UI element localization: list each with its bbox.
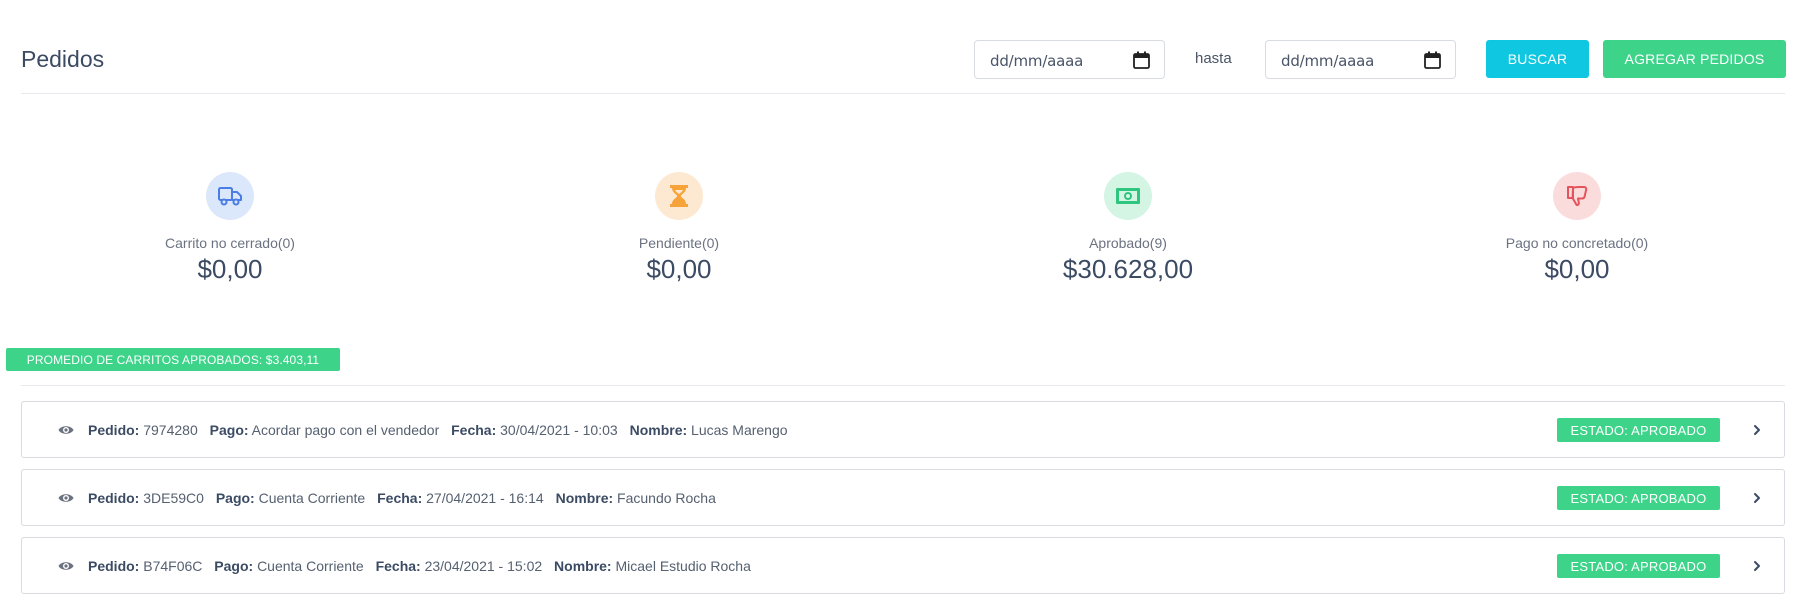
money-icon bbox=[1116, 188, 1140, 204]
stat-value: $0,00 bbox=[197, 254, 263, 284]
pago-label: Pago: bbox=[209, 422, 249, 438]
status-badge: ESTADO: APROBADO bbox=[1557, 486, 1720, 510]
date-from-placeholder: dd/mm/aaaa bbox=[990, 52, 1084, 70]
nombre-label: Nombre: bbox=[555, 490, 614, 506]
pago-value: Acordar pago con el vendedor bbox=[251, 422, 440, 438]
buscar-button[interactable]: BUSCAR bbox=[1486, 40, 1589, 78]
order-info: Pedido: 7974280 Pago: Acordar pago con e… bbox=[88, 422, 788, 438]
order-row[interactable]: Pedido: 7974280 Pago: Acordar pago con e… bbox=[21, 401, 1785, 458]
stat-value: $30.628,00 bbox=[1062, 254, 1194, 284]
chevron-right-icon[interactable] bbox=[1752, 491, 1762, 505]
status-badge: ESTADO: APROBADO bbox=[1557, 418, 1720, 442]
status-badge: ESTADO: APROBADO bbox=[1557, 554, 1720, 578]
pedido-label: Pedido: bbox=[88, 490, 140, 506]
pedido-label: Pedido: bbox=[88, 422, 140, 438]
nombre-value: Micael Estudio Rocha bbox=[615, 558, 751, 574]
stat-pago-no-concretado: Pago no concretado(0) $0,00 bbox=[1427, 172, 1727, 285]
stat-label: Pendiente(0) bbox=[638, 235, 720, 251]
nombre-value: Lucas Marengo bbox=[691, 422, 788, 438]
stat-value: $0,00 bbox=[1544, 254, 1610, 284]
order-row[interactable]: Pedido: B74F06C Pago: Cuenta Corriente F… bbox=[21, 537, 1785, 594]
divider bbox=[21, 385, 1785, 386]
chevron-right-icon[interactable] bbox=[1752, 559, 1762, 573]
date-to-input[interactable]: dd/mm/aaaa bbox=[1265, 40, 1456, 79]
pago-value: Cuenta Corriente bbox=[257, 558, 364, 574]
chevron-right-icon[interactable] bbox=[1752, 423, 1762, 437]
stat-label: Pago no concretado(0) bbox=[1505, 235, 1649, 251]
calendar-icon[interactable] bbox=[1133, 51, 1150, 69]
pago-label: Pago: bbox=[215, 490, 255, 506]
page-header: Pedidos dd/mm/aaaa hasta dd/mm/aaaa BUSC… bbox=[21, 38, 1786, 94]
agregar-pedidos-button[interactable]: AGREGAR PEDIDOS bbox=[1603, 40, 1786, 78]
fecha-label: Fecha: bbox=[377, 490, 423, 506]
pedido-value: 7974280 bbox=[143, 422, 198, 438]
fecha-label: Fecha: bbox=[375, 558, 421, 574]
nombre-value: Facundo Rocha bbox=[617, 490, 716, 506]
stat-icon-circle bbox=[1553, 172, 1601, 220]
order-info: Pedido: B74F06C Pago: Cuenta Corriente F… bbox=[88, 558, 751, 574]
stat-label: Carrito no cerrado(0) bbox=[165, 235, 295, 251]
stat-value: $0,00 bbox=[646, 254, 712, 284]
hourglass-icon bbox=[670, 185, 688, 207]
stat-aprobado: Aprobado(9) $30.628,00 bbox=[978, 172, 1278, 285]
pago-label: Pago: bbox=[214, 558, 254, 574]
stat-pendiente: Pendiente(0) $0,00 bbox=[529, 172, 829, 285]
pedido-label: Pedido: bbox=[88, 558, 140, 574]
pago-value: Cuenta Corriente bbox=[258, 490, 366, 506]
stat-label: Aprobado(9) bbox=[1089, 235, 1167, 251]
fecha-value: 30/04/2021 - 10:03 bbox=[500, 422, 618, 438]
fecha-value: 27/04/2021 - 16:14 bbox=[426, 490, 544, 506]
calendar-icon[interactable] bbox=[1424, 51, 1441, 69]
stat-carrito-no-cerrado: Carrito no cerrado(0) $0,00 bbox=[80, 172, 380, 285]
stat-icon-circle bbox=[1104, 172, 1152, 220]
pedido-value: 3DE59C0 bbox=[143, 490, 204, 506]
order-row[interactable]: Pedido: 3DE59C0 Pago: Cuenta Corriente F… bbox=[21, 469, 1785, 526]
fecha-label: Fecha: bbox=[451, 422, 497, 438]
order-info: Pedido: 3DE59C0 Pago: Cuenta Corriente F… bbox=[88, 490, 716, 506]
truck-icon bbox=[218, 187, 242, 206]
page-title: Pedidos bbox=[21, 46, 105, 72]
pedido-value: B74F06C bbox=[143, 558, 203, 574]
date-to-placeholder: dd/mm/aaaa bbox=[1281, 52, 1375, 70]
thumbs-down-icon bbox=[1567, 186, 1588, 207]
date-from-input[interactable]: dd/mm/aaaa bbox=[974, 40, 1165, 79]
nombre-label: Nombre: bbox=[629, 422, 688, 438]
nombre-label: Nombre: bbox=[554, 558, 612, 574]
stat-icon-circle bbox=[655, 172, 703, 220]
eye-icon[interactable] bbox=[58, 424, 74, 436]
promedio-badge: PROMEDIO DE CARRITOS APROBADOS: $3.403,1… bbox=[6, 348, 340, 371]
stat-icon-circle bbox=[206, 172, 254, 220]
hasta-label: hasta bbox=[1195, 50, 1232, 67]
eye-icon[interactable] bbox=[58, 492, 74, 504]
eye-icon[interactable] bbox=[58, 560, 74, 572]
fecha-value: 23/04/2021 - 15:02 bbox=[424, 558, 543, 574]
